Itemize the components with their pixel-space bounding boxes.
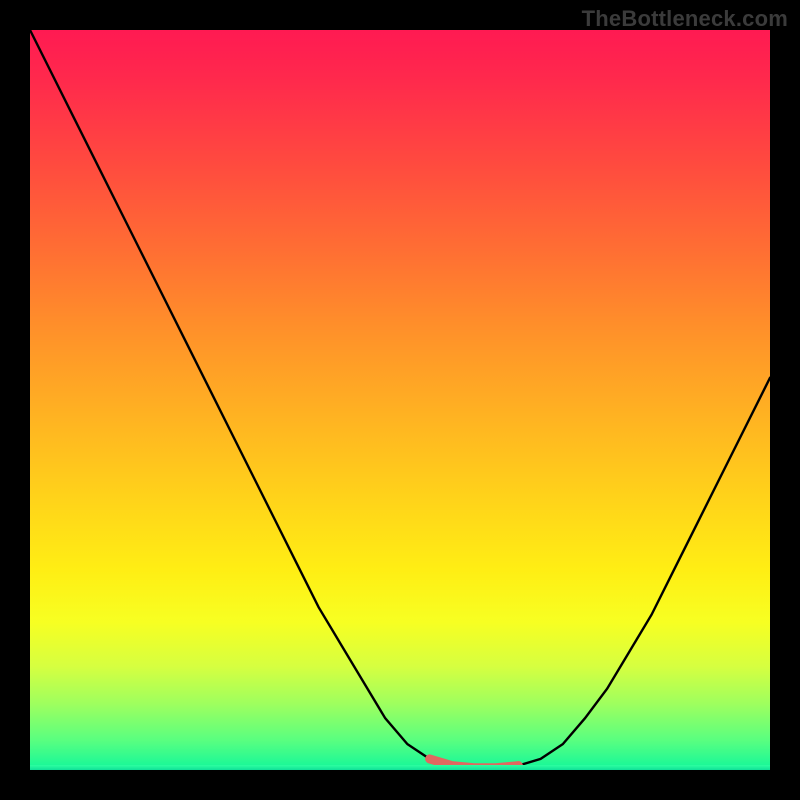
- plot-area: [30, 30, 770, 770]
- chart-frame: TheBottleneck.com: [0, 0, 800, 800]
- bottleneck-curve: [30, 30, 770, 770]
- baseline-band: [30, 765, 770, 770]
- watermark-text: TheBottleneck.com: [582, 6, 788, 32]
- curve-path: [30, 30, 770, 768]
